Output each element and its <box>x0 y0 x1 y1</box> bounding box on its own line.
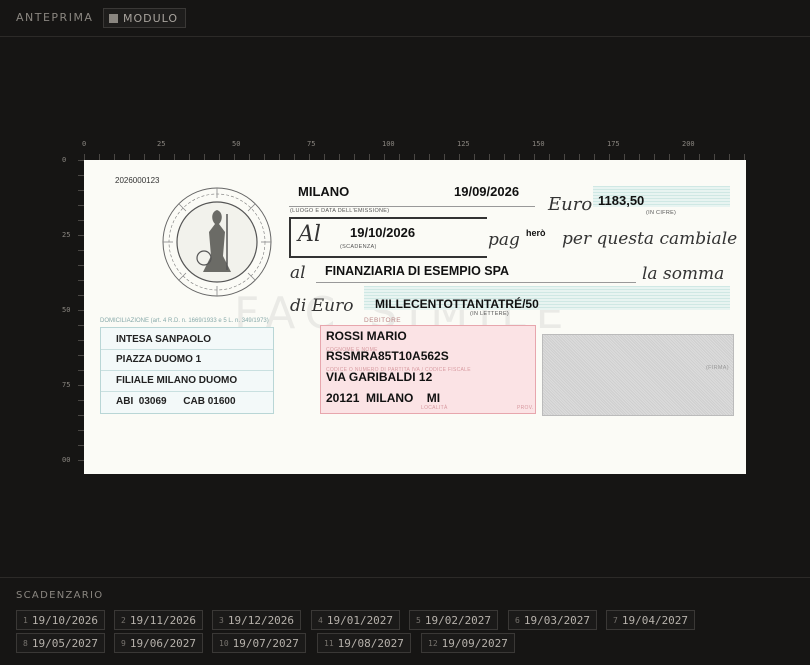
bank-box: INTESA SANPAOLO PIAZZA DUOMO 1 FILIALE M… <box>100 327 274 414</box>
official-seal-icon <box>162 187 272 297</box>
schedule-item[interactable]: 12 19/09/2027 <box>421 633 515 653</box>
debtor-city-caption: LOCALITÀ <box>421 405 448 411</box>
amount-caption: (IN CIFRE) <box>646 210 677 216</box>
form-mode-label: MODULO <box>123 11 179 25</box>
schedule-item[interactable]: 6 19/03/2027 <box>508 610 598 630</box>
schedule-item-number: 10 <box>219 638 229 648</box>
issue-place: MILANO <box>298 184 350 199</box>
divider <box>289 206 535 207</box>
schedule-title: SCADENZARIO <box>16 590 104 601</box>
bank-address: PIAZZA DUOMO 1 <box>116 354 202 365</box>
schedule-item-number: 3 <box>219 615 224 625</box>
debtor-label: DEBITORE <box>364 317 402 324</box>
ruler-label: 175 <box>607 140 620 148</box>
schedule-item[interactable]: 2 19/11/2026 <box>114 610 204 630</box>
domiciliation-label: DOMICILIAZIONE (art. 4 R.D. n. 1669/1933… <box>100 318 269 324</box>
schedule-item-date: 19/05/2027 <box>31 636 99 650</box>
issue-date: 19/09/2026 <box>454 184 520 199</box>
amount-words: MILLECENTOTTANTATRÉ/50 <box>375 297 539 311</box>
ruler-label: 125 <box>457 140 470 148</box>
hero-text: herò <box>526 228 546 238</box>
ruler-label: 50 <box>232 140 241 148</box>
schedule-item-date: 19/02/2027 <box>424 613 492 627</box>
schedule-item-date: 19/08/2027 <box>337 636 404 650</box>
ruler-label: 50 <box>62 306 71 314</box>
schedule-item[interactable]: 11 19/08/2027 <box>317 633 411 653</box>
divider <box>316 282 636 283</box>
debtor-address: VIA GARIBALDI 12 <box>326 370 433 384</box>
ruler-label: 0 <box>62 156 67 164</box>
schedule-item-date: 19/09/2027 <box>441 636 508 650</box>
ruler-label: 25 <box>157 140 166 148</box>
schedule-item-date: 19/01/2027 <box>326 613 394 627</box>
words-caption: (IN LETTERE) <box>470 311 510 317</box>
serial-number: 2026000123 <box>115 176 160 185</box>
per-questa-script: per questa cambiale <box>562 229 738 249</box>
payee-name: FINANZIARIA DI ESEMPIO SPA <box>325 264 510 278</box>
top-bar: ANTEPRIMA MODULO <box>0 0 810 37</box>
schedule-item-number: 2 <box>121 615 126 625</box>
schedule-item-number: 9 <box>121 638 126 648</box>
schedule-item-number: 7 <box>613 615 618 625</box>
euro-script: Euro <box>548 194 593 215</box>
schedule-item-date: 19/12/2026 <box>227 613 295 627</box>
schedule-item-date: 19/07/2027 <box>232 636 299 650</box>
pag-script: pag <box>488 230 520 250</box>
di-euro-script: di Euro <box>290 296 354 316</box>
ruler-label: 75 <box>307 140 316 148</box>
schedule-item-date: 19/11/2026 <box>129 613 197 627</box>
place-date-caption: (LUOGO E DATA DELL'EMISSIONE) <box>290 208 390 214</box>
amount-figures: 1183,50 <box>598 193 645 208</box>
form-mode-button[interactable]: MODULO <box>103 8 187 28</box>
schedule-item-number: 6 <box>515 615 520 625</box>
ruler-label: 0 <box>82 140 87 148</box>
bank-abi-cab: ABI 03069 CAB 01600 <box>116 396 236 407</box>
debtor-city: 20121 MILANO MI <box>326 391 441 405</box>
al-payee-script: al <box>290 263 306 283</box>
schedule-item[interactable]: 1 19/10/2026 <box>16 610 106 630</box>
al-script: Al <box>298 222 321 247</box>
ruler-label: 150 <box>532 140 545 148</box>
bank-branch: FILIALE MILANO DUOMO <box>116 375 238 386</box>
debtor-prov-caption: PROV. <box>517 405 534 411</box>
ruler-label: 100 <box>382 140 395 148</box>
ruler-label: 25 <box>62 231 71 239</box>
stamp-caption: (FIRMA) <box>706 365 729 371</box>
schedule-item-date: 19/03/2027 <box>523 613 591 627</box>
schedule-item-date: 19/10/2026 <box>31 613 99 627</box>
schedule-item[interactable]: 5 19/02/2027 <box>409 610 499 630</box>
bank-name: INTESA SANPAOLO <box>116 334 212 345</box>
ruler-vertical: 0 25 50 75 00 <box>60 156 84 474</box>
preview-title: ANTEPRIMA <box>16 11 94 24</box>
schedule-item[interactable]: 8 19/05/2027 <box>16 633 106 653</box>
signature-stamp-area: (FIRMA) <box>542 334 734 416</box>
schedule-item-number: 1 <box>23 615 28 625</box>
promissory-note-preview: FAC SIMILE 2026000123 MILANO 19/09/2026 … <box>84 160 746 474</box>
schedule-item[interactable]: 9 19/06/2027 <box>114 633 204 653</box>
schedule-item[interactable]: 7 19/04/2027 <box>606 610 696 630</box>
schedule-item-date: 19/04/2027 <box>621 613 689 627</box>
schedule-panel: SCADENZARIO 1 19/10/2026 2 19/11/2026 3 19/12… <box>0 577 810 665</box>
schedule-item-number: 8 <box>23 638 28 648</box>
schedule-item[interactable]: 4 19/01/2027 <box>311 610 401 630</box>
schedule-item-number: 12 <box>428 638 438 648</box>
debtor-box: ROSSI MARIO COGNOME E NOME RSSMRA85T10A5… <box>320 325 536 414</box>
ruler-label: 75 <box>62 381 71 389</box>
schedule-item[interactable]: 10 19/07/2027 <box>212 633 306 653</box>
debtor-name: ROSSI MARIO <box>326 329 407 343</box>
due-date: 19/10/2026 <box>350 225 416 240</box>
schedule-item[interactable]: 3 19/12/2026 <box>212 610 302 630</box>
schedule-item-number: 4 <box>318 615 323 625</box>
schedule-item-number: 5 <box>416 615 421 625</box>
schedule-item-date: 19/06/2027 <box>129 636 197 650</box>
la-somma-script: la somma <box>642 264 725 284</box>
debtor-tax-code: RSSMRA85T10A562S <box>326 349 449 363</box>
due-caption: (SCADENZA) <box>340 244 377 250</box>
square-icon <box>109 13 118 23</box>
schedule-item-number: 11 <box>324 638 334 648</box>
ruler-label: 200 <box>682 140 695 148</box>
ruler-horizontal: 0 25 50 75 100 125 150 175 200 <box>82 138 746 160</box>
ruler-label: 00 <box>62 456 71 464</box>
